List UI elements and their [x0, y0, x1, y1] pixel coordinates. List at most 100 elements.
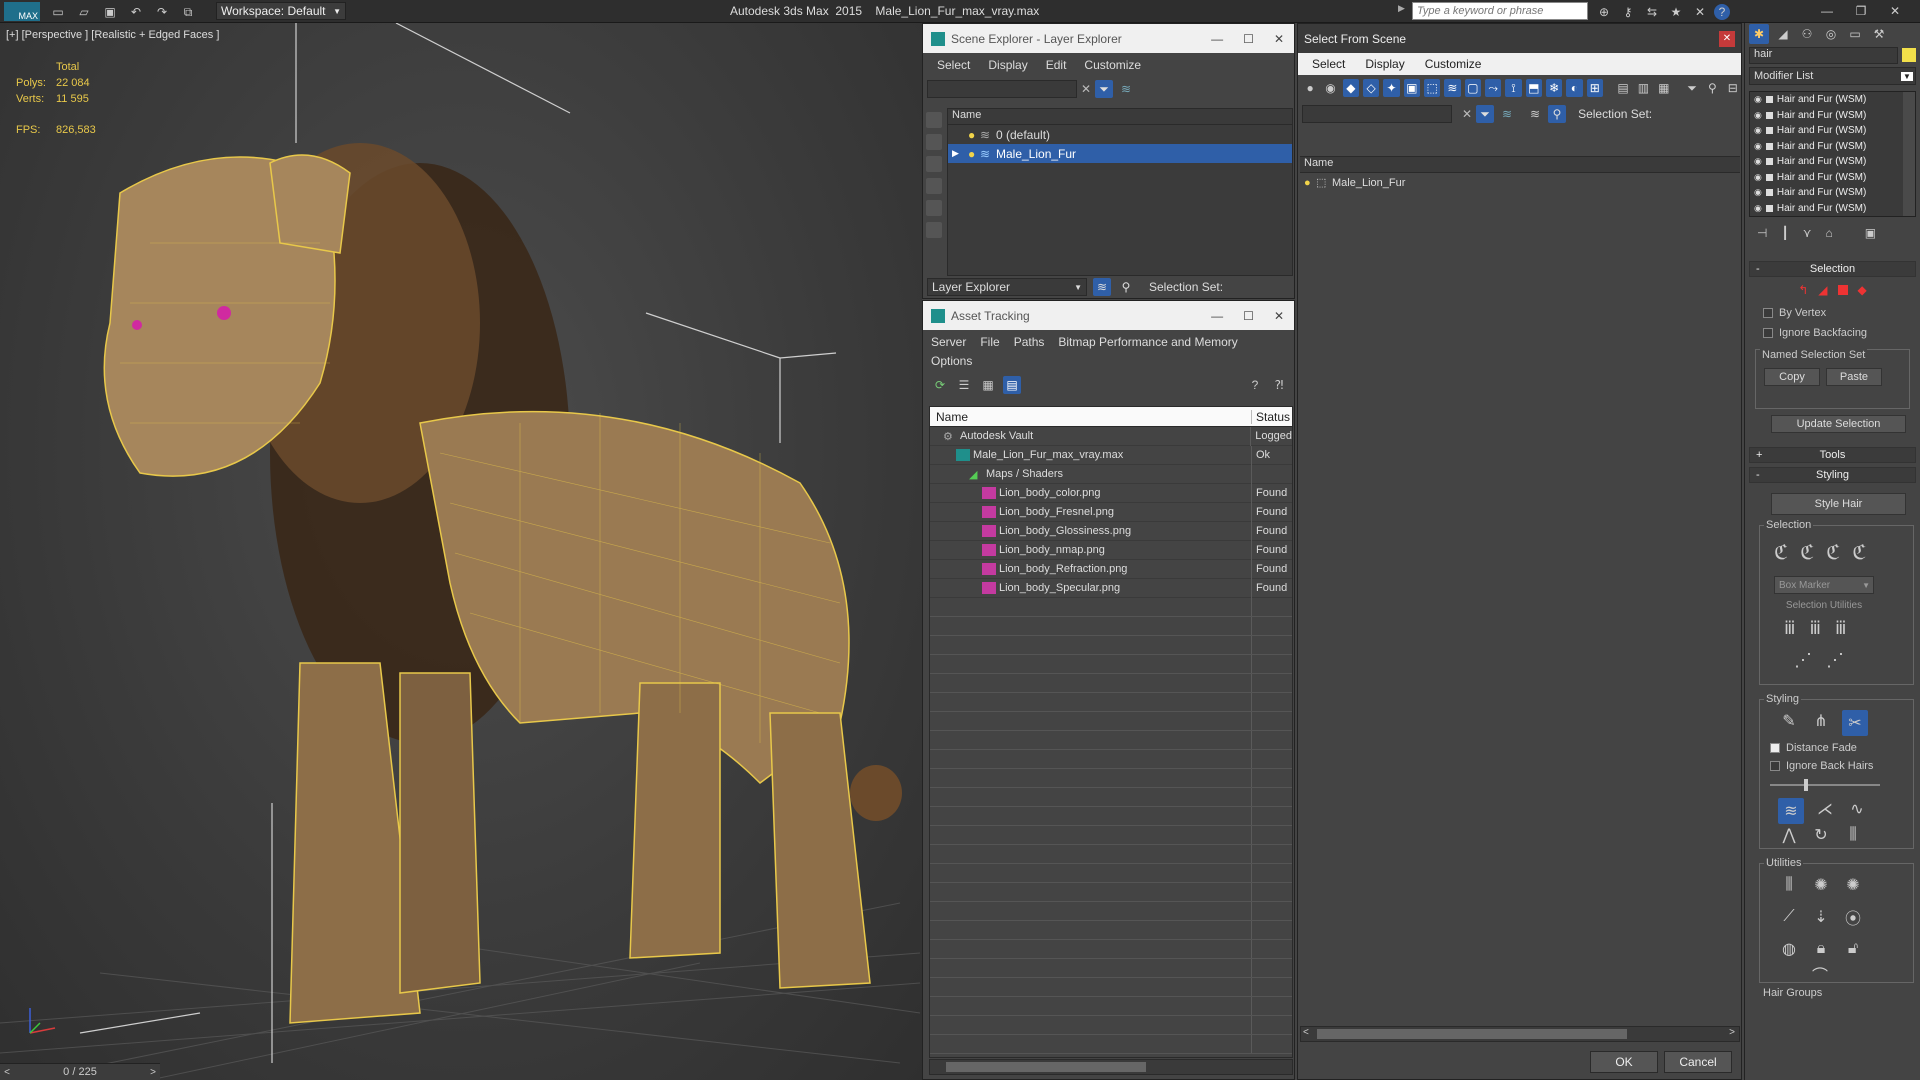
list-view-icon[interactable]: ☰ — [955, 376, 973, 394]
style-hair-button[interactable]: Style Hair — [1771, 493, 1906, 515]
brush-size-slider[interactable] — [1770, 779, 1880, 791]
close-icon[interactable]: ✕ — [1878, 0, 1912, 22]
asset-row[interactable]: Lion_body_nmap.png Found — [930, 540, 1292, 560]
motion-tab-icon[interactable]: ◎ — [1821, 24, 1841, 44]
create-tab-icon[interactable]: ✱ — [1749, 24, 1769, 44]
hair-cut-icon[interactable]: ✎ — [1778, 710, 1800, 732]
app-logo-icon[interactable]: MAX — [4, 2, 40, 21]
update-selection-button[interactable]: Update Selection — [1771, 415, 1906, 433]
hide-selected-icon[interactable]: ⋰ — [1794, 650, 1812, 671]
light-bulb-icon[interactable]: ● — [968, 128, 980, 142]
hair-select-icon[interactable]: ◢ — [1818, 283, 1827, 297]
clear-icon[interactable]: ✕ — [1462, 107, 1472, 121]
display-helpers-icon[interactable] — [926, 200, 942, 216]
filter-xrefs-icon[interactable]: ⤳ — [1484, 79, 1502, 97]
scale-icon[interactable]: ⫼ — [1842, 824, 1864, 846]
filter-bones-icon[interactable]: ⟟ — [1505, 79, 1522, 97]
scroll-left-icon[interactable]: < — [1303, 1027, 1309, 1038]
menu-select[interactable]: Select — [937, 58, 970, 72]
lock-hair-icon[interactable]: ⦿ — [1842, 906, 1864, 928]
modifier-stack-item[interactable]: ◉ Hair and Fur (WSM) — [1750, 108, 1915, 124]
expand-selection-icon[interactable]: ⅲ — [1835, 618, 1846, 639]
visibility-icon[interactable]: ◉ — [1754, 94, 1762, 105]
select-find-input[interactable] — [1302, 105, 1452, 123]
column-header-name[interactable]: Name — [1300, 157, 1740, 173]
asset-row[interactable]: ◢ Maps / Shaders — [930, 464, 1292, 484]
maximize-icon[interactable]: ☐ — [1243, 309, 1254, 323]
select-from-scene-titlebar[interactable]: Select From Scene ✕ — [1298, 24, 1741, 53]
menu-paths[interactable]: Paths — [1014, 335, 1045, 349]
select-brush-icon[interactable]: ⋔ — [1810, 710, 1832, 732]
invert-selection-icon[interactable]: ⅲ — [1784, 618, 1795, 639]
menu-display[interactable]: Display — [1365, 57, 1404, 71]
display-cameras-icon[interactable] — [926, 178, 942, 194]
scrollbar-thumb[interactable] — [946, 1062, 1146, 1072]
modifier-stack-item[interactable]: ◉ Hair and Fur (WSM) — [1750, 154, 1915, 170]
layer-explorer-icon[interactable]: ≋ — [1526, 105, 1544, 123]
minimize-icon[interactable]: — — [1211, 309, 1223, 323]
close-icon[interactable]: ✕ — [1719, 30, 1735, 47]
display-geometry-icon[interactable] — [926, 112, 942, 128]
asset-row[interactable]: Lion_body_Refraction.png Found — [930, 559, 1292, 579]
refresh-icon[interactable]: ⟳ — [931, 376, 949, 394]
help-icon[interactable]: ? — [1246, 376, 1264, 394]
help-icon[interactable]: ? — [1714, 4, 1730, 20]
save-icon[interactable]: ▣ — [100, 2, 120, 22]
table-view-icon[interactable]: ▤ — [1003, 376, 1021, 394]
asset-row[interactable]: ⚙ Autodesk Vault Logged — [930, 426, 1292, 446]
modifier-stack-item[interactable]: ◉ Hair and Fur (WSM) — [1750, 170, 1915, 186]
light-bulb-icon[interactable]: ● — [1304, 177, 1316, 189]
undo-icon[interactable]: ↶ — [126, 2, 146, 22]
visibility-icon[interactable]: ◉ — [1754, 187, 1762, 198]
attenuate-icon[interactable]: ⫼ — [1778, 874, 1800, 896]
filter-shapes-icon[interactable]: ◇ — [1362, 79, 1380, 97]
show-hidden-icon[interactable]: ⋰ — [1826, 650, 1844, 671]
asset-row[interactable]: Lion_body_Glossiness.png Found — [930, 521, 1292, 541]
new-file-icon[interactable]: ▭ — [48, 2, 68, 22]
distance-fade-checkbox[interactable] — [1770, 743, 1780, 753]
filter-geometry-icon[interactable]: ◆ — [1342, 79, 1359, 97]
hierarchy-tab-icon[interactable]: ⚇ — [1797, 24, 1817, 44]
menu-edit[interactable]: Edit — [1046, 58, 1067, 72]
visibility-icon[interactable]: ◉ — [1754, 172, 1762, 183]
clump-icon[interactable]: ⋀ — [1778, 824, 1800, 846]
column-header-name[interactable]: Name — [930, 409, 1252, 424]
menu-bitmap-performance[interactable]: Bitmap Performance and Memory — [1058, 335, 1237, 349]
toggle-collisions-icon[interactable]: ⟋ — [1778, 906, 1800, 928]
layer-row[interactable]: ● ≋ 0 (default) — [948, 125, 1292, 144]
select-vertices-icon[interactable]: ℭ — [1826, 540, 1840, 565]
modify-tab-icon[interactable]: ◢ — [1773, 24, 1793, 44]
key-icon[interactable]: ⚷ — [1618, 2, 1638, 22]
filter-icon[interactable]: ⏷ — [1095, 80, 1114, 98]
redo-icon[interactable]: ↷ — [152, 2, 172, 22]
stand-icon[interactable]: ⋌ — [1814, 798, 1836, 820]
pop-zero-sized-icon[interactable]: ✺ — [1842, 874, 1864, 896]
paste-button[interactable]: Paste — [1826, 368, 1882, 386]
select-root-icon[interactable]: ℭ — [1852, 540, 1866, 565]
remove-modifier-icon[interactable]: ⌂ — [1825, 226, 1832, 240]
column-header-status[interactable]: Status — [1252, 410, 1290, 424]
make-unique-icon[interactable]: ⋎ — [1803, 226, 1812, 240]
select-hair-by-ends-icon[interactable]: ℭ — [1774, 540, 1788, 565]
close-icon[interactable]: ✕ — [1274, 309, 1284, 323]
select-none-icon[interactable]: ▥ — [1635, 79, 1651, 97]
display-all-icon[interactable]: ◉ — [1322, 79, 1338, 97]
show-end-result-icon[interactable]: ┃ — [1781, 226, 1788, 240]
filter-icon[interactable]: ⏷ — [1684, 79, 1700, 97]
filter-icon[interactable]: ⏷ — [1476, 105, 1495, 123]
modifier-stack-item[interactable]: ◉ Hair and Fur (WSM) — [1750, 139, 1915, 155]
layers-toggle-icon[interactable]: ≋ — [1117, 80, 1135, 98]
close-icon[interactable]: ✕ — [1274, 32, 1284, 46]
modifier-stack-item[interactable]: ◉ Hair and Fur (WSM) — [1750, 123, 1915, 139]
ignore-backfacing-row[interactable]: Ignore Backfacing — [1745, 323, 1920, 343]
scene-object-row[interactable]: ● ⬚ Male_Lion_Fur — [1300, 173, 1740, 192]
toggle-hair-icon[interactable]: ⇣ — [1810, 906, 1832, 928]
ignore-back-hairs-checkbox[interactable] — [1770, 761, 1780, 771]
translate-icon[interactable]: ≋ — [1778, 798, 1804, 824]
maximize-icon[interactable]: ☐ — [1243, 32, 1254, 46]
context-help-icon[interactable]: ⁈ — [1270, 376, 1288, 394]
minimize-icon[interactable]: — — [1810, 0, 1844, 22]
asset-row[interactable]: Lion_body_Fresnel.png Found — [930, 502, 1292, 522]
clear-icon[interactable]: ✕ — [1081, 82, 1091, 96]
exchange-icon[interactable]: ⇆ — [1642, 2, 1662, 22]
